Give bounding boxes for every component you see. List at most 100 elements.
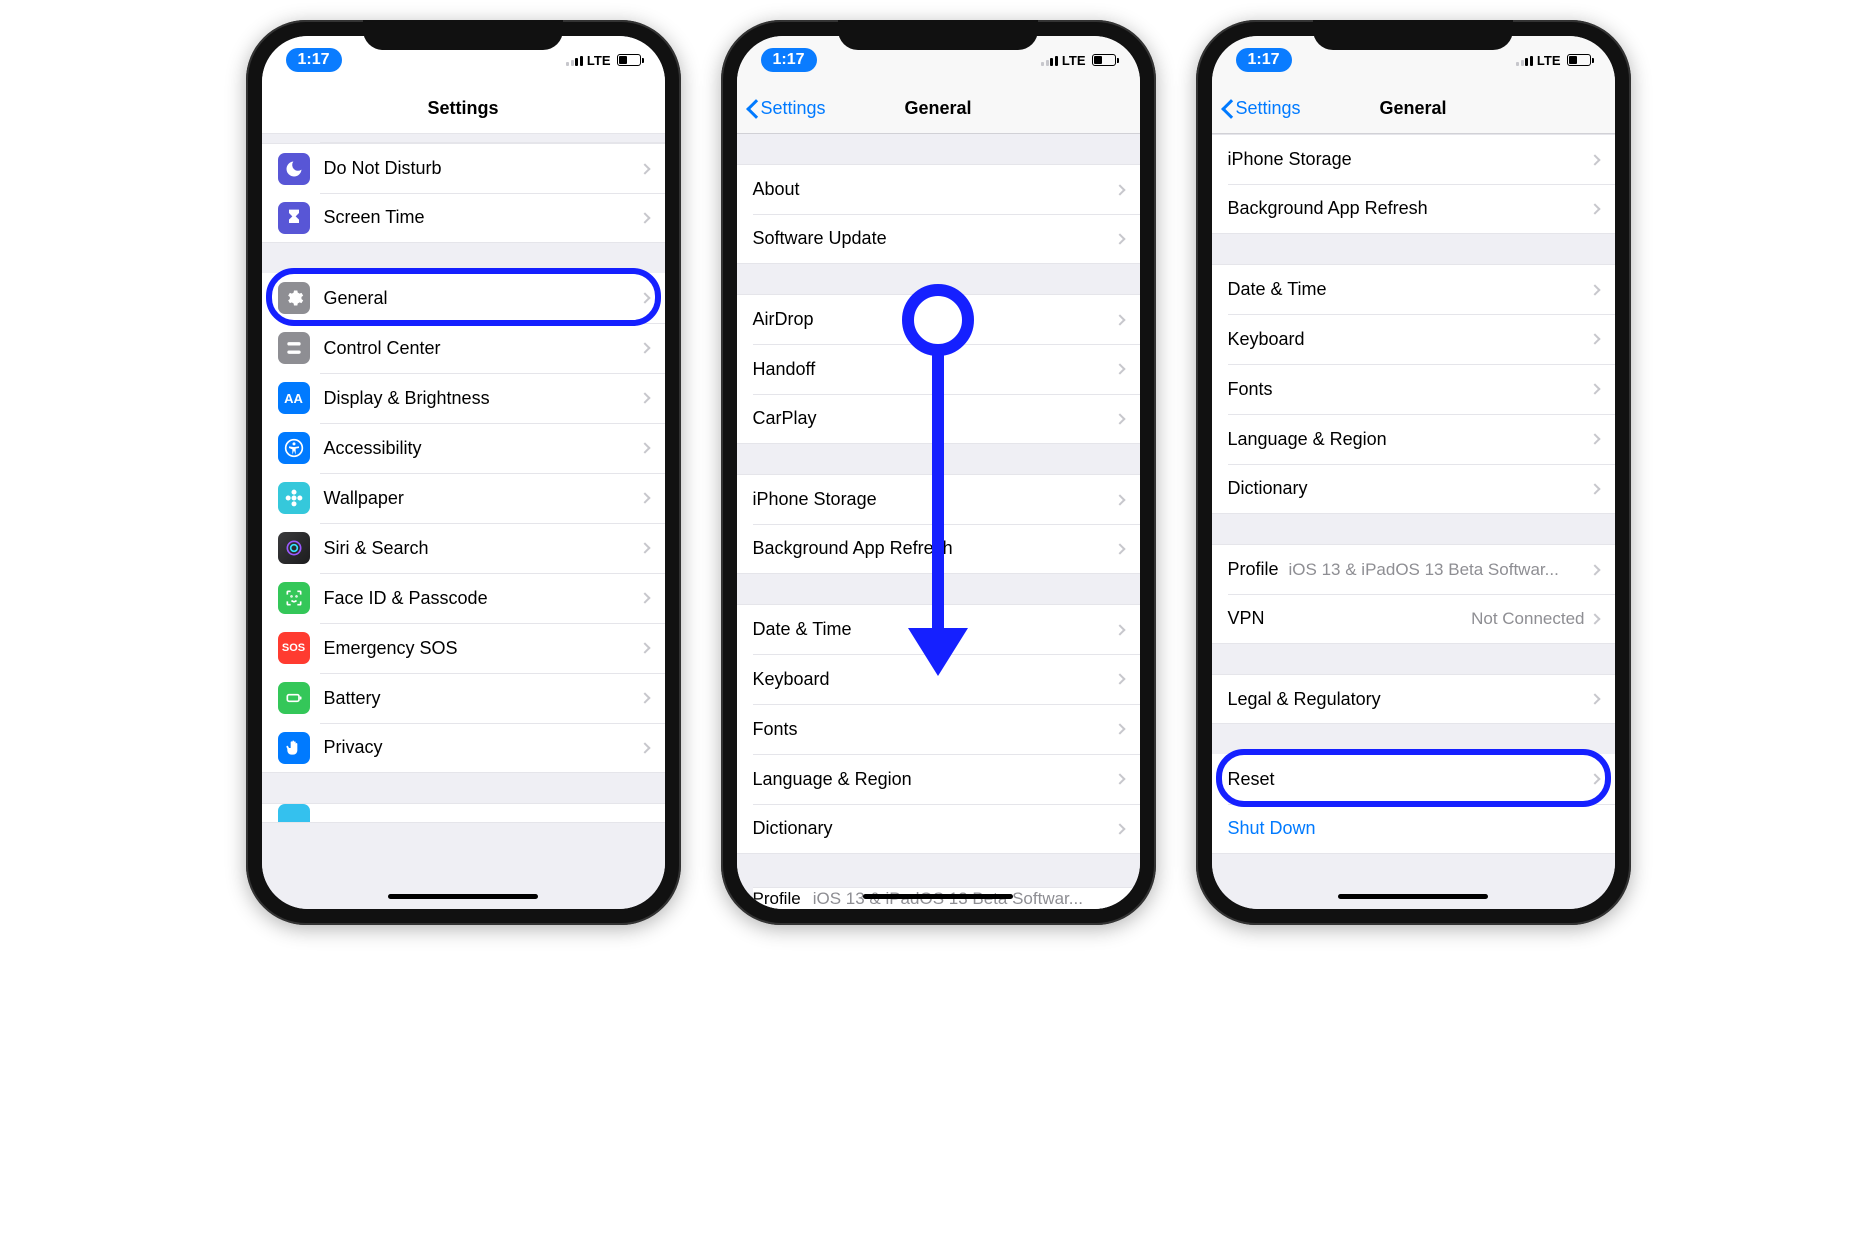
chevron-right-icon	[1589, 203, 1600, 214]
signal-icon	[1041, 54, 1058, 66]
page-title: General	[904, 98, 971, 119]
chevron-right-icon	[639, 442, 650, 453]
row-screen-time[interactable]: Screen Time	[262, 193, 665, 243]
settings-list[interactable]: Do Not Disturb Screen Time	[262, 134, 665, 909]
label: Accessibility	[324, 438, 641, 459]
detail: Not Connected	[1471, 609, 1584, 629]
cutoff-icon	[278, 804, 310, 822]
back-button[interactable]: Settings	[745, 98, 826, 119]
screen-3: 1:17 LTE Settings General iPhone Storage	[1212, 36, 1615, 909]
chevron-right-icon	[639, 542, 650, 553]
general-list[interactable]: About Software Update AirDrop Handoff	[737, 134, 1140, 909]
row-language-region[interactable]: Language & Region	[1212, 414, 1615, 464]
chevron-right-icon	[1114, 413, 1125, 424]
row-fonts[interactable]: Fonts	[737, 704, 1140, 754]
nav-bar: Settings General	[1212, 84, 1615, 134]
row-fonts[interactable]: Fonts	[1212, 364, 1615, 414]
chevron-right-icon	[1114, 314, 1125, 325]
row-keyboard[interactable]: Keyboard	[737, 654, 1140, 704]
row-profile[interactable]: Profile iOS 13 & iPadOS 13 Beta Softwar.…	[1212, 544, 1615, 594]
detail: iOS 13 & iPadOS 13 Beta Softwar...	[813, 889, 1083, 909]
row-vpn[interactable]: VPN Not Connected	[1212, 594, 1615, 644]
moon-icon	[278, 153, 310, 185]
home-indicator[interactable]	[863, 894, 1013, 899]
battery-icon	[1092, 54, 1116, 66]
back-button[interactable]: Settings	[1220, 98, 1301, 119]
row-airdrop[interactable]: AirDrop	[737, 294, 1140, 344]
carrier-label: LTE	[1537, 53, 1561, 68]
chevron-right-icon	[1589, 433, 1600, 444]
label: Legal & Regulatory	[1228, 689, 1591, 710]
label: Wallpaper	[324, 488, 641, 509]
label: Software Update	[753, 228, 1116, 249]
label: Background App Refresh	[1228, 198, 1591, 219]
accessibility-icon	[278, 432, 310, 464]
row-general[interactable]: General	[262, 273, 665, 323]
row-about[interactable]: About	[737, 164, 1140, 214]
notch	[838, 20, 1038, 50]
home-indicator[interactable]	[388, 894, 538, 899]
row-carplay[interactable]: CarPlay	[737, 394, 1140, 444]
row-privacy[interactable]: Privacy	[262, 723, 665, 773]
label: Emergency SOS	[324, 638, 641, 659]
notch	[1313, 20, 1513, 50]
row-iphone-storage[interactable]: iPhone Storage	[1212, 134, 1615, 184]
row-emergency-sos[interactable]: SOS Emergency SOS	[262, 623, 665, 673]
chevron-right-icon	[1589, 613, 1600, 624]
chevron-right-icon	[1114, 543, 1125, 554]
hand-icon	[278, 732, 310, 764]
chevron-right-icon	[1114, 363, 1125, 374]
siri-icon	[278, 532, 310, 564]
row-do-not-disturb[interactable]: Do Not Disturb	[262, 143, 665, 193]
label: Profile	[1228, 559, 1279, 580]
label: General	[324, 288, 641, 309]
row-keyboard[interactable]: Keyboard	[1212, 314, 1615, 364]
chevron-right-icon	[1589, 284, 1600, 295]
label: Shut Down	[1228, 818, 1599, 839]
label: Handoff	[753, 359, 1116, 380]
row-face-id-passcode[interactable]: Face ID & Passcode	[262, 573, 665, 623]
label: About	[753, 179, 1116, 200]
chevron-right-icon	[1589, 154, 1600, 165]
row-dictionary[interactable]: Dictionary	[1212, 464, 1615, 514]
home-indicator[interactable]	[1338, 894, 1488, 899]
row-background-app-refresh[interactable]: Background App Refresh	[1212, 184, 1615, 234]
row-control-center[interactable]: Control Center	[262, 323, 665, 373]
label: AirDrop	[753, 309, 1116, 330]
chevron-right-icon	[1114, 723, 1125, 734]
chevron-right-icon	[1114, 673, 1125, 684]
row-language-region[interactable]: Language & Region	[737, 754, 1140, 804]
nav-bar: Settings	[262, 84, 665, 134]
row-battery[interactable]: Battery	[262, 673, 665, 723]
signal-icon	[1516, 54, 1533, 66]
label: Control Center	[324, 338, 641, 359]
row-date-time[interactable]: Date & Time	[737, 604, 1140, 654]
chevron-left-icon	[745, 99, 759, 119]
row-software-update[interactable]: Software Update	[737, 214, 1140, 264]
chevron-right-icon	[1589, 564, 1600, 575]
nav-bar: Settings General	[737, 84, 1140, 134]
row-iphone-storage[interactable]: iPhone Storage	[737, 474, 1140, 524]
chevron-right-icon	[639, 692, 650, 703]
row-accessibility[interactable]: Accessibility	[262, 423, 665, 473]
row-next-cutoff[interactable]	[262, 803, 665, 823]
row-wallpaper[interactable]: Wallpaper	[262, 473, 665, 523]
chevron-right-icon	[639, 642, 650, 653]
row-legal-regulatory[interactable]: Legal & Regulatory	[1212, 674, 1615, 724]
row-background-app-refresh[interactable]: Background App Refresh	[737, 524, 1140, 574]
screen-2: 1:17 LTE Settings General About	[737, 36, 1140, 909]
row-shut-down[interactable]: Shut Down	[1212, 804, 1615, 854]
row-display-brightness[interactable]: AA Display & Brightness	[262, 373, 665, 423]
battery-icon	[278, 682, 310, 714]
general-list-scrolled[interactable]: iPhone Storage Background App Refresh Da…	[1212, 134, 1615, 909]
row-siri-search[interactable]: Siri & Search	[262, 523, 665, 573]
row-reset[interactable]: Reset	[1212, 754, 1615, 804]
chevron-right-icon	[639, 212, 650, 223]
back-label: Settings	[1236, 98, 1301, 119]
battery-icon	[617, 54, 641, 66]
row-dictionary[interactable]: Dictionary	[737, 804, 1140, 854]
row-date-time[interactable]: Date & Time	[1212, 264, 1615, 314]
row-handoff[interactable]: Handoff	[737, 344, 1140, 394]
hourglass-icon	[278, 202, 310, 234]
label: iPhone Storage	[753, 489, 1116, 510]
